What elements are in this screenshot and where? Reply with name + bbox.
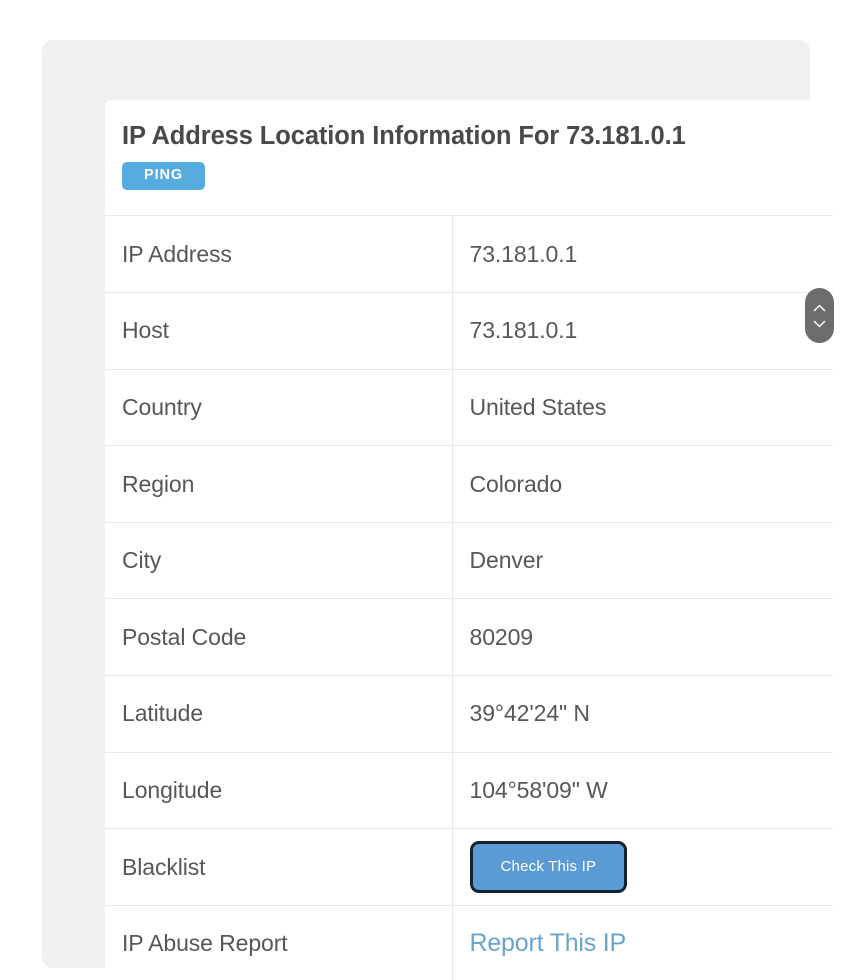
table-row: City Denver — [105, 522, 833, 600]
row-label-longitude: Longitude — [105, 752, 453, 830]
scroll-control[interactable] — [805, 288, 834, 343]
row-value-country: United States — [452, 369, 833, 447]
row-label-region: Region — [105, 445, 453, 523]
row-value-blacklist: Check This IP — [452, 828, 833, 906]
ip-info-panel: IP Address Location Information For 73.1… — [105, 100, 833, 980]
report-this-ip-link[interactable]: Report This IP — [470, 929, 627, 957]
row-value-latitude: 39°42'24" N — [452, 675, 833, 753]
page-root: IP Address Location Information For 73.1… — [0, 0, 850, 980]
row-value-longitude: 104°58'09" W — [452, 752, 833, 830]
row-value-postal-code: 80209 — [452, 598, 833, 677]
table-row: IP Abuse Report Report This IP — [105, 905, 833, 980]
row-label-host: Host — [105, 292, 453, 370]
row-value-region: Colorado — [452, 445, 833, 523]
chevron-down-icon[interactable] — [813, 320, 826, 328]
row-value-ip-address: 73.181.0.1 — [452, 216, 833, 294]
row-value-host: 73.181.0.1 — [452, 292, 833, 370]
row-label-ip-abuse-report: IP Abuse Report — [105, 905, 453, 980]
check-this-ip-button[interactable]: Check This IP — [469, 841, 628, 894]
ping-button[interactable]: PING — [122, 162, 206, 190]
row-label-blacklist: Blacklist — [105, 828, 453, 906]
table-row: Country United States — [105, 369, 833, 447]
page-title: IP Address Location Information For 73.1… — [122, 122, 686, 150]
table-row: Blacklist Check This IP — [105, 828, 833, 906]
panel-header: IP Address Location Information For 73.1… — [105, 100, 833, 216]
result-card-frame: IP Address Location Information For 73.1… — [42, 40, 833, 980]
row-label-postal-code: Postal Code — [105, 598, 453, 677]
table-row: IP Address 73.181.0.1 — [105, 216, 833, 294]
table-row: Host 73.181.0.1 — [105, 292, 833, 370]
table-row: Region Colorado — [105, 445, 833, 523]
row-label-country: Country — [105, 369, 453, 447]
row-label-ip-address: IP Address — [105, 216, 453, 294]
chevron-up-icon[interactable] — [813, 304, 826, 312]
badge-row: PING — [122, 162, 813, 190]
ip-info-table: IP Address 73.181.0.1 Host 73.181.0.1 Co… — [105, 216, 833, 980]
table-row: Postal Code 80209 — [105, 598, 833, 677]
table-row: Longitude 104°58'09" W — [105, 752, 833, 830]
row-label-latitude: Latitude — [105, 675, 453, 753]
row-value-ip-abuse-report: Report This IP — [452, 905, 833, 980]
table-row: Latitude 39°42'24" N — [105, 675, 833, 753]
row-label-city: City — [105, 522, 453, 600]
row-value-city: Denver — [452, 522, 833, 600]
